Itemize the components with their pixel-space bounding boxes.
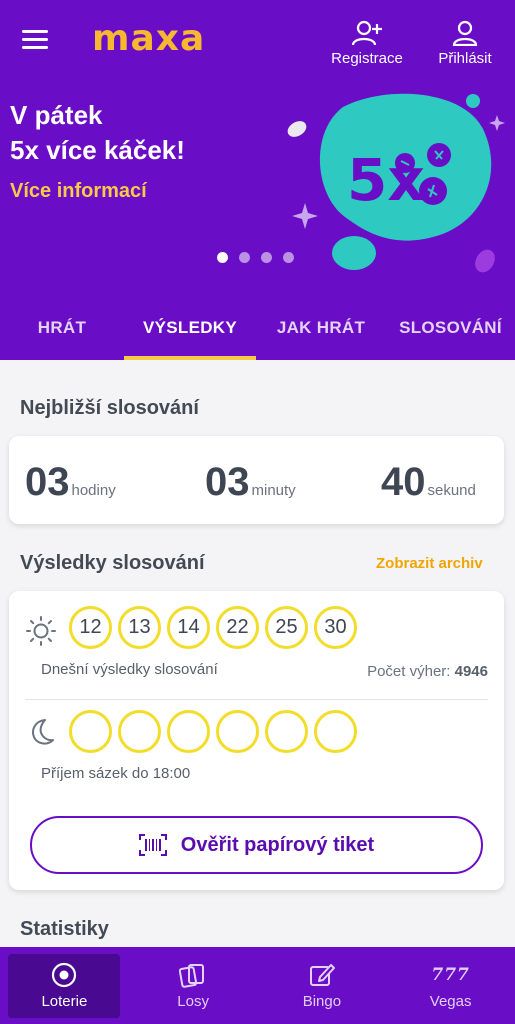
promo-title-line2: 5x více káček! bbox=[10, 135, 185, 165]
register-button[interactable]: Registrace bbox=[328, 20, 406, 67]
empty-ball bbox=[69, 710, 112, 753]
register-label: Registrace bbox=[331, 50, 403, 67]
promo-title-line1: V pátek bbox=[10, 100, 103, 130]
hours-label: hodiny bbox=[71, 482, 116, 499]
more-info-link[interactable]: Více informací bbox=[10, 180, 147, 203]
tab-vysledky[interactable]: VÝSLEDKY bbox=[124, 300, 256, 360]
results-title: Výsledky slosování bbox=[20, 552, 205, 574]
empty-ball bbox=[314, 710, 357, 753]
seconds-value: 40 bbox=[381, 460, 426, 504]
nav-label: Losy bbox=[177, 993, 209, 1010]
promo-title: V pátek 5x více káček! bbox=[10, 98, 185, 168]
seconds-label: sekund bbox=[427, 482, 476, 499]
countdown-seconds: 40 sekund bbox=[381, 460, 476, 505]
promo-illustration: 5x bbox=[287, 93, 505, 273]
tab-jak-hrat[interactable]: JAK HRÁT bbox=[256, 300, 386, 360]
day-results-balls: 12 13 14 22 25 30 bbox=[69, 606, 357, 649]
ball: 12 bbox=[69, 606, 112, 649]
archive-link[interactable]: Zobrazit archiv bbox=[376, 555, 483, 572]
nav-label: Vegas bbox=[429, 993, 472, 1010]
statistics-title: Statistiky bbox=[20, 918, 109, 940]
countdown-minutes: 03 minuty bbox=[205, 460, 296, 505]
promo-badge-text: 5x bbox=[347, 146, 425, 214]
minutes-label: minuty bbox=[251, 482, 296, 499]
add-user-icon bbox=[351, 20, 382, 46]
countdown-card: 03 hodiny 03 minuty 40 sekund bbox=[9, 436, 504, 524]
nav-label: Loterie bbox=[41, 993, 88, 1010]
nav-label: Bingo bbox=[302, 993, 342, 1010]
ball: 22 bbox=[216, 606, 259, 649]
hours-value: 03 bbox=[25, 460, 70, 504]
wins-value: 4946 bbox=[454, 663, 488, 680]
ball: 30 bbox=[314, 606, 357, 649]
nav-loterie[interactable]: Loterie bbox=[0, 947, 129, 1024]
divider bbox=[25, 699, 488, 700]
top-bar: maxa Registrace Přihlásit bbox=[0, 0, 515, 80]
menu-icon[interactable] bbox=[22, 30, 48, 52]
777-icon: 777 bbox=[431, 965, 470, 985]
results-card: 12 13 14 22 25 30 Dnešní výsledky slosov… bbox=[9, 591, 504, 890]
nav-vegas[interactable]: 777 Vegas bbox=[386, 947, 515, 1024]
nav-losy[interactable]: Losy bbox=[129, 947, 258, 1024]
next-draw-title: Nejbližší slosování bbox=[20, 397, 199, 419]
night-results-balls bbox=[69, 710, 357, 753]
moon-icon bbox=[32, 719, 54, 745]
hero-header: maxa Registrace Přihlásit V pátek 5x víc… bbox=[0, 0, 515, 360]
ball: 14 bbox=[167, 606, 210, 649]
verify-ticket-label: Ověřit papírový tiket bbox=[180, 833, 375, 856]
ball: 13 bbox=[118, 606, 161, 649]
barcode-icon bbox=[138, 834, 167, 856]
empty-ball bbox=[216, 710, 259, 753]
minutes-value: 03 bbox=[205, 460, 250, 504]
carousel-dots bbox=[217, 252, 294, 263]
tab-bar: HRÁT VÝSLEDKY JAK HRÁT SLOSOVÁNÍ bbox=[0, 300, 515, 360]
login-label: Přihlásit bbox=[438, 50, 492, 67]
wins-label: Počet výher: bbox=[367, 663, 451, 680]
tickets-icon bbox=[179, 961, 207, 989]
carousel-dot-3[interactable] bbox=[261, 252, 272, 263]
tab-slosovani[interactable]: SLOSOVÁNÍ bbox=[386, 300, 515, 360]
carousel-dot-4[interactable] bbox=[283, 252, 294, 263]
logo[interactable]: maxa bbox=[92, 18, 205, 59]
lottery-ball-icon bbox=[51, 961, 77, 989]
verify-ticket-button[interactable]: Ověřit papírový tiket bbox=[30, 816, 483, 874]
tab-hrat[interactable]: HRÁT bbox=[0, 300, 124, 360]
bottom-nav: Loterie Losy Bingo 777 Vegas bbox=[0, 947, 515, 1024]
sun-icon bbox=[26, 616, 56, 646]
ball: 25 bbox=[265, 606, 308, 649]
empty-ball bbox=[167, 710, 210, 753]
empty-ball bbox=[265, 710, 308, 753]
day-results-label: Dnešní výsledky slosování bbox=[41, 661, 218, 678]
bet-deadline-label: Příjem sázek do 18:00 bbox=[41, 765, 191, 782]
user-icon bbox=[452, 20, 478, 46]
empty-ball bbox=[118, 710, 161, 753]
carousel-dot-2[interactable] bbox=[239, 252, 250, 263]
wins-count: Počet výher: 4946 bbox=[367, 663, 488, 680]
edit-card-icon bbox=[308, 961, 336, 989]
login-button[interactable]: Přihlásit bbox=[432, 20, 498, 67]
nav-bingo[interactable]: Bingo bbox=[258, 947, 387, 1024]
carousel-dot-1[interactable] bbox=[217, 252, 228, 263]
countdown-hours: 03 hodiny bbox=[25, 460, 116, 505]
